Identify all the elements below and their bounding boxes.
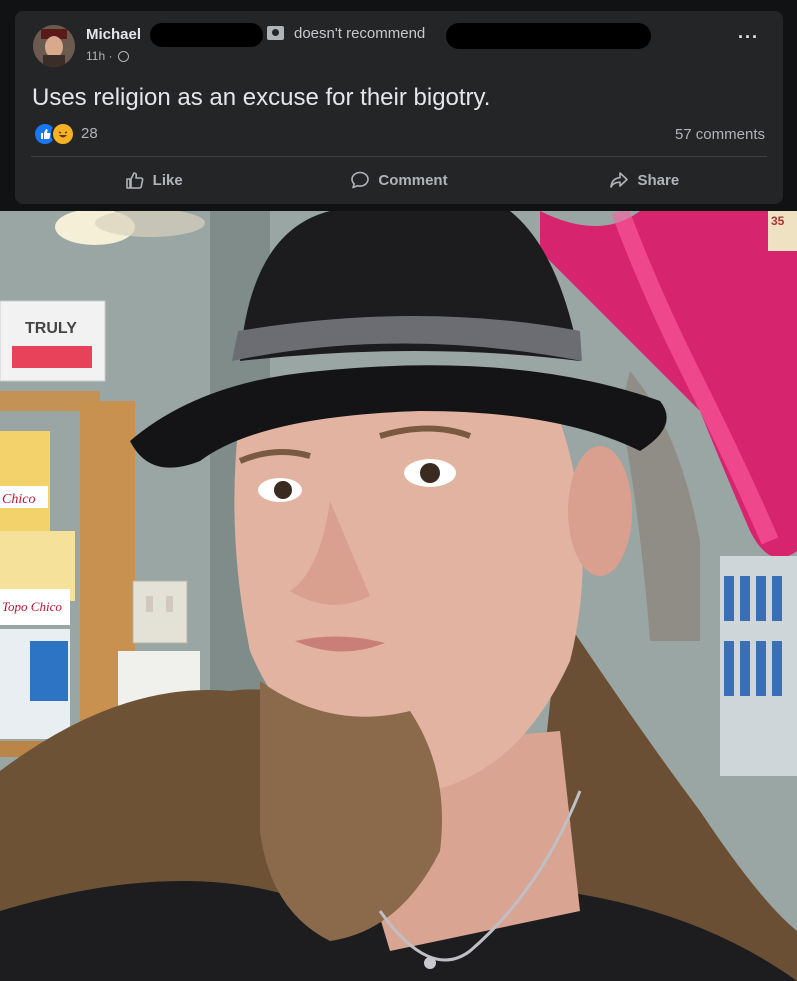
globe-icon — [117, 51, 129, 63]
share-label: Share — [637, 171, 680, 189]
comment-label: Comment — [378, 171, 448, 189]
author-name[interactable]: Michael — [86, 26, 141, 43]
post-photo[interactable]: TRULY Chico Topo Chico 35 — [0, 211, 797, 981]
post-card: Michael doesn't recommend 11h · ··· Uses… — [15, 11, 783, 204]
comment-bubble-icon — [351, 171, 370, 189]
share-button[interactable]: Share — [522, 162, 767, 198]
share-arrow-icon — [610, 172, 629, 188]
divider — [31, 156, 767, 157]
avatar[interactable] — [33, 25, 75, 67]
like-button[interactable]: Like — [31, 162, 276, 198]
post-text: Uses religion as an excuse for their big… — [32, 84, 491, 111]
chico-box: Chico — [0, 431, 50, 531]
box-brand-text: TRULY — [25, 320, 77, 337]
redaction-bar — [446, 23, 651, 49]
haha-reaction-icon — [51, 122, 75, 146]
truly-box: TRULY — [0, 300, 106, 382]
topo-chico-box: Topo Chico — [0, 531, 75, 739]
post-header-region: Michael doesn't recommend 11h · ··· Uses… — [0, 0, 797, 211]
like-label: Like — [152, 171, 183, 189]
recommend-icon — [267, 26, 284, 40]
post-time[interactable]: 11h · — [86, 49, 112, 63]
post-meta: 11h · — [86, 49, 129, 63]
comments-count[interactable]: 57 comments — [675, 126, 765, 143]
box-brand-text-2: Chico — [2, 492, 35, 507]
recommendation-text: doesn't recommend — [294, 25, 426, 42]
thumbs-up-icon — [125, 172, 144, 189]
comment-button[interactable]: Comment — [276, 162, 521, 198]
box-brand-text-3: Topo Chico — [2, 599, 62, 614]
sign-number: 35 — [771, 214, 785, 228]
reaction-count: 28 — [81, 125, 98, 142]
more-options-icon[interactable]: ··· — [738, 28, 759, 46]
redaction-bar — [150, 23, 263, 47]
action-bar: Like Comment Share — [31, 162, 767, 198]
